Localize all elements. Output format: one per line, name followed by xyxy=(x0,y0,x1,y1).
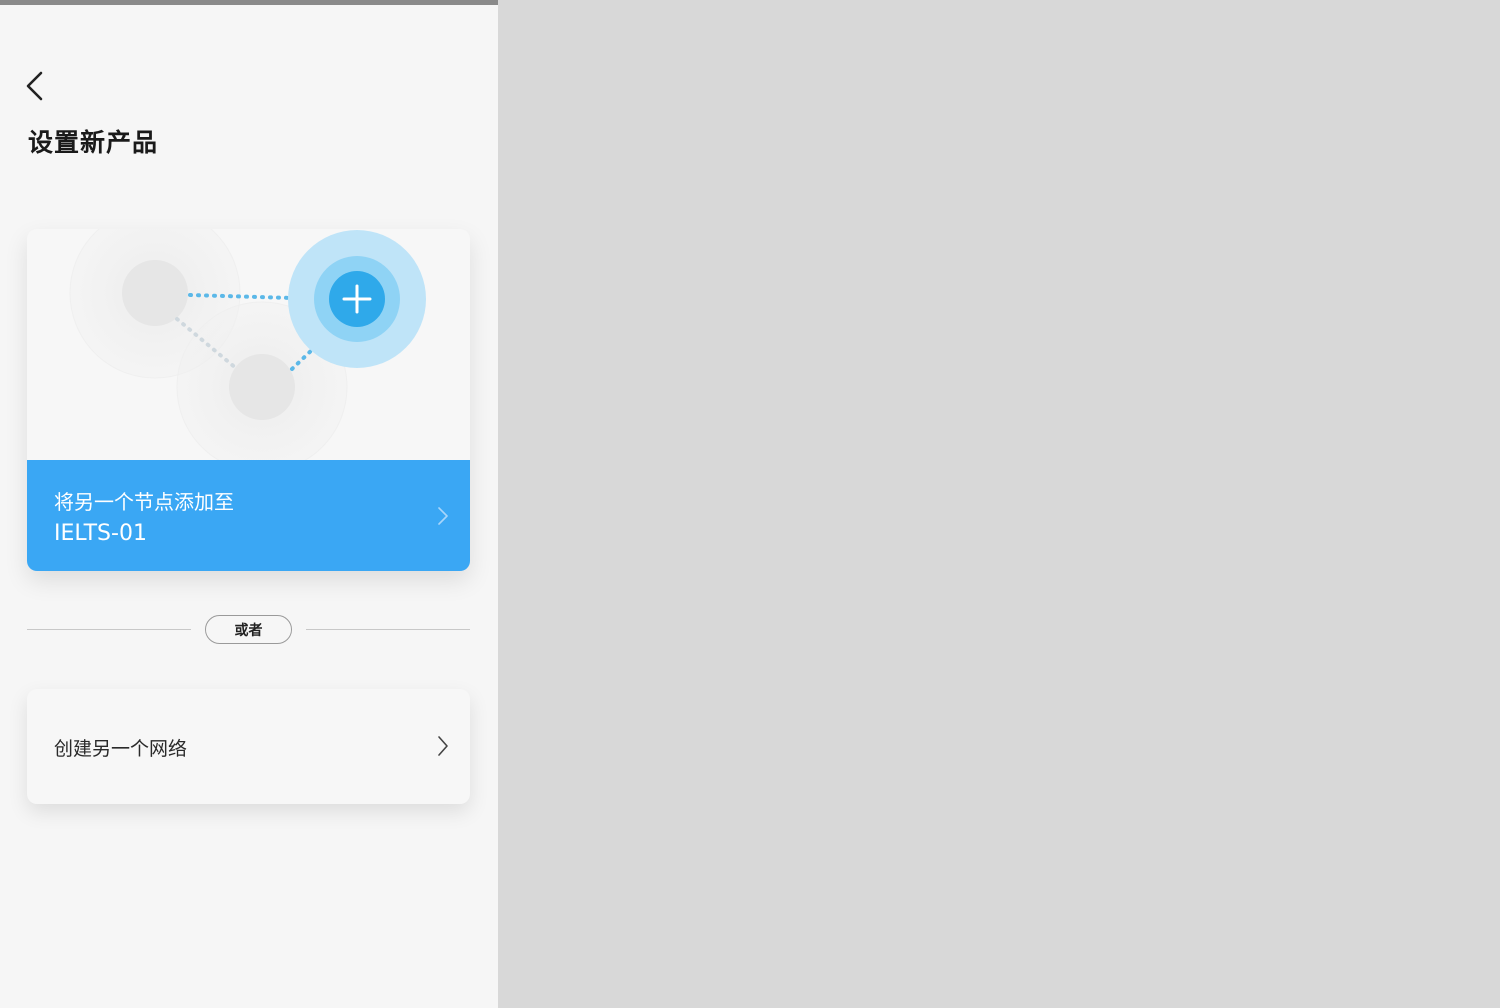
add-node-banner[interactable] xyxy=(27,460,470,571)
add-node-label: 将另一个节点添加至 xyxy=(54,490,234,514)
node-dot xyxy=(122,260,188,326)
chevron-right-icon xyxy=(438,507,448,525)
page-title: 设置新产品 xyxy=(28,128,159,157)
divider-right xyxy=(306,629,470,630)
create-network-card[interactable]: 创建另一个网络 xyxy=(27,689,470,804)
mesh-network-illustration xyxy=(69,229,426,460)
chevron-left-icon xyxy=(26,71,43,101)
create-network-label: 创建另一个网络 xyxy=(54,738,188,760)
add-node-card[interactable]: 将另一个节点添加至 IELTS-01 xyxy=(27,229,470,571)
setup-panel: 设置新产品 将另一个节点添加至 IELTS-01 或者 创建另一个网络 xyxy=(0,0,498,1008)
node-dot xyxy=(229,354,295,420)
back-button[interactable] xyxy=(20,65,52,105)
network-name: IELTS-01 xyxy=(54,521,147,546)
divider-left xyxy=(27,629,191,630)
or-separator: 或者 xyxy=(205,615,292,644)
chevron-right-icon xyxy=(438,736,448,756)
